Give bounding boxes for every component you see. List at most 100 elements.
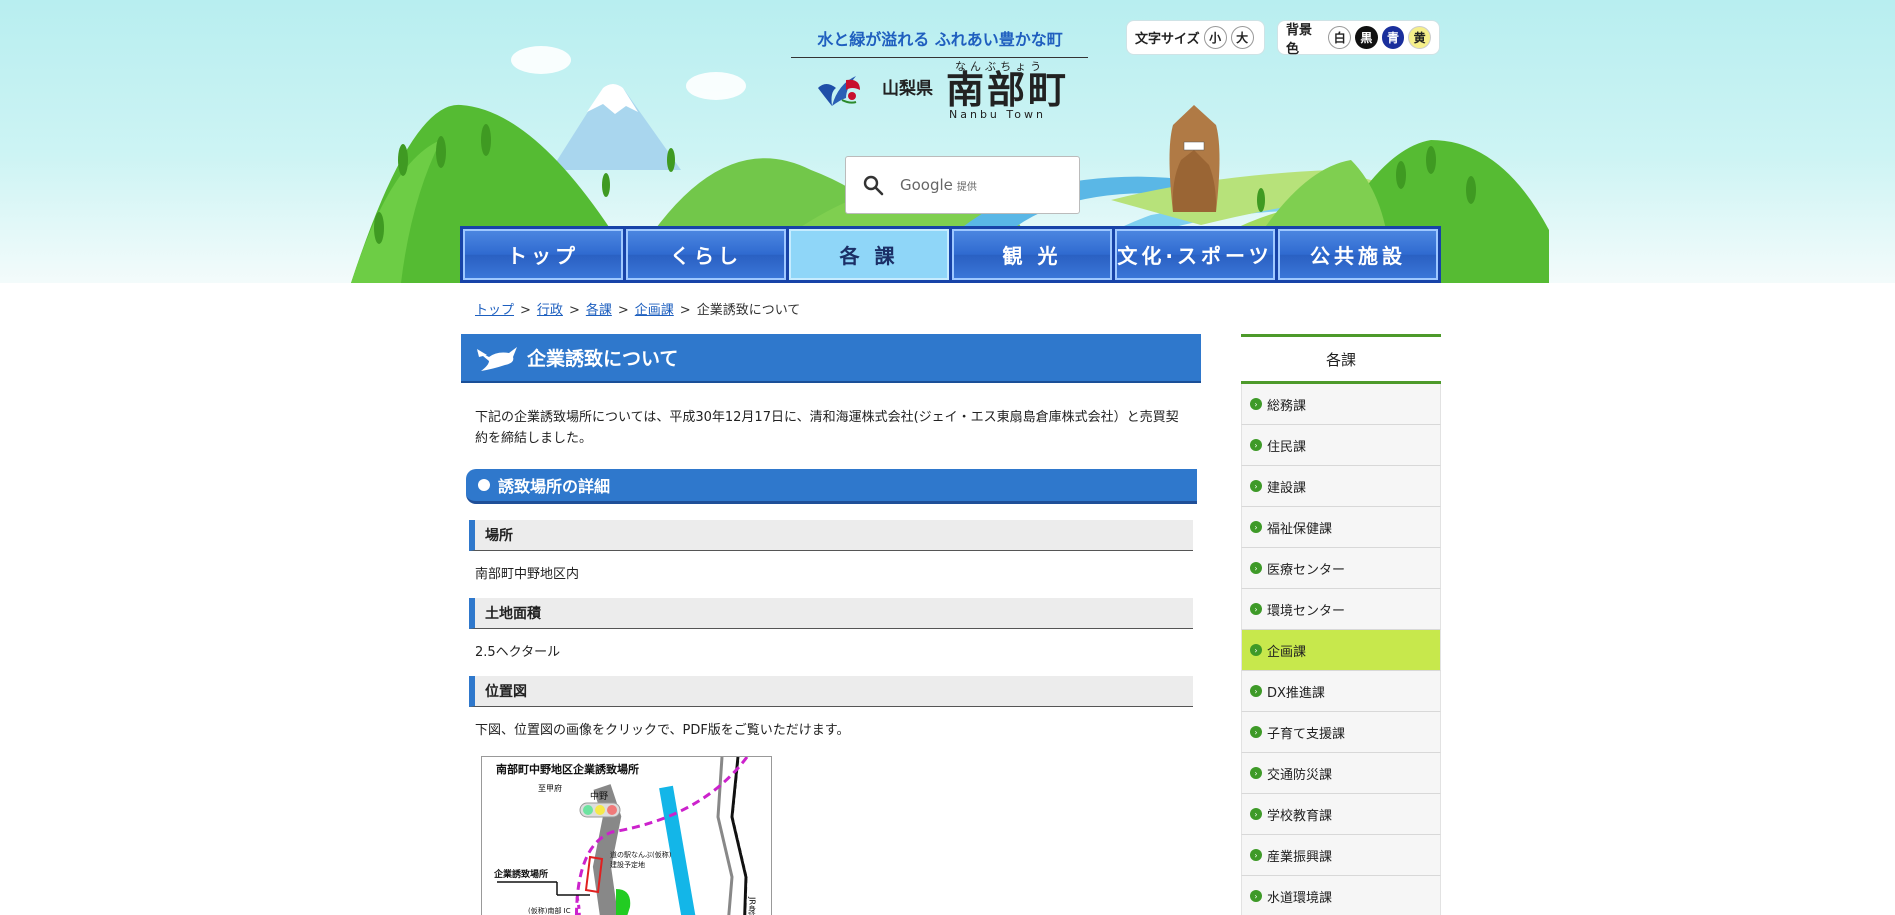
chevron-right-icon: › <box>1250 562 1262 574</box>
sidebar-item-label: 環境センター <box>1267 603 1346 619</box>
sidebar-item-6[interactable]: › 企画課 <box>1241 630 1441 671</box>
chevron-right-icon: › <box>1250 767 1262 779</box>
map-label-to-kofu: 至甲府 <box>538 783 562 793</box>
sidebar-list: › 総務課 › 住民課 › 建設課 › 福祉保健課 › 医療センター › 環境センター › 企画課 › DX推… <box>1241 384 1441 915</box>
sidebar-item-10[interactable]: › 学校教育課 <box>1241 794 1441 835</box>
intro-text: 下記の企業誘致場所については、平成30年12月17日に、清和海運株式会社(ジェイ… <box>475 410 1179 446</box>
sidebar-item-3[interactable]: › 福祉保健課 <box>1241 507 1441 548</box>
bg-black-button[interactable]: 黒 <box>1355 26 1378 49</box>
breadcrumb-link-1[interactable]: 行政 <box>537 303 563 318</box>
town-name[interactable]: 南部町 <box>946 68 1069 112</box>
map-label-nakano: 中野 <box>590 790 608 802</box>
search-icon[interactable] <box>862 174 884 196</box>
sidebar-item-11[interactable]: › 産業振興課 <box>1241 835 1441 876</box>
sidebar-item-label: DX推進課 <box>1267 685 1325 701</box>
search-suffix: 提供 <box>956 182 977 193</box>
location-text: 南部町中野地区内 <box>475 567 580 582</box>
nav-item-2[interactable]: 各 課 <box>789 229 949 280</box>
sidebar-item-label: 福祉保健課 <box>1267 521 1333 537</box>
breadcrumb-link-0[interactable]: トップ <box>475 303 514 318</box>
global-nav: トップ くらし各 課観 光文化·スポーツ 公共施設 <box>460 226 1441 283</box>
search-input[interactable]: Google 提供 <box>845 156 1080 214</box>
bg-yellow-button[interactable]: 黄 <box>1408 26 1431 49</box>
background-color-switcher: 背景色 白 黒 青 黄 <box>1277 20 1440 57</box>
section-heading-label: 誘致場所の詳細 <box>498 477 611 496</box>
location-heading: 場所 <box>469 520 1193 551</box>
sidebar-item-label: 医療センター <box>1267 562 1346 578</box>
breadcrumb-link-3[interactable]: 企画課 <box>635 303 674 318</box>
town-english-name: Nanbu Town <box>949 108 1046 121</box>
nav-item-1[interactable]: くらし <box>626 229 786 280</box>
font-size-label: 文字サイズ <box>1135 32 1200 47</box>
sidebar-item-label: 企画課 <box>1267 644 1307 660</box>
chevron-right-icon: › <box>1250 480 1262 492</box>
map-label-ic: (仮称)南部 IC <box>528 906 571 915</box>
chevron-right-icon: › <box>1250 439 1262 451</box>
breadcrumb-current: 企業誘致について <box>696 303 801 318</box>
sidebar-item-label: 建設課 <box>1267 480 1307 496</box>
sidebar-item-2[interactable]: › 建設課 <box>1241 466 1441 507</box>
breadcrumb-link-2[interactable]: 各課 <box>586 303 612 318</box>
sidebar-item-4[interactable]: › 医療センター <box>1241 548 1441 589</box>
font-size-large-button[interactable]: 大 <box>1230 26 1254 49</box>
chevron-right-icon: › <box>1250 521 1262 533</box>
map-label-site: 企業誘致場所 <box>493 868 548 880</box>
location-map-drawing: 南部町中野地区企業誘致場所 至甲府 中野 道の駅なんぶ(仮称) 建設予定地 企業… <box>493 757 757 915</box>
font-size-switcher: 文字サイズ 小 大 <box>1126 20 1265 55</box>
breadcrumb-separator: > <box>679 303 691 318</box>
map-label-jr: JR身延線 <box>748 896 757 915</box>
sidebar-item-9[interactable]: › 交通防災課 <box>1241 753 1441 794</box>
sidebar-item-label: 住民課 <box>1267 439 1307 455</box>
bird-title-icon <box>477 346 517 371</box>
location-map-image[interactable]: 南部町中野地区企業誘致場所 至甲府 中野 道の駅なんぶ(仮称) 建設予定地 企業… <box>481 756 772 915</box>
area-text: 2.5ヘクタール <box>475 645 561 660</box>
background-color-label: 背景色 <box>1286 22 1313 57</box>
map-title: 南部町中野地区企業誘致場所 <box>496 762 639 776</box>
swallow-logo-icon[interactable] <box>816 70 862 112</box>
sidebar-item-7[interactable]: › DX推進課 <box>1241 671 1441 712</box>
search-placeholder: Google 提供 <box>900 176 977 194</box>
sidebar-item-label: 学校教育課 <box>1267 808 1333 824</box>
sidebar-item-1[interactable]: › 住民課 <box>1241 425 1441 466</box>
area-heading: 土地面積 <box>469 598 1193 629</box>
chevron-right-icon: › <box>1250 726 1262 738</box>
page-title-bar: 企業誘致について <box>461 334 1201 383</box>
chevron-right-icon: › <box>1250 603 1262 615</box>
bg-white-button[interactable]: 白 <box>1328 26 1352 49</box>
site-tagline: 水と緑が溢れる ふれあい豊かな町 <box>817 30 1063 49</box>
page-title: 企業誘致について <box>527 348 679 370</box>
sidebar-item-5[interactable]: › 環境センター <box>1241 589 1441 630</box>
nav-item-3[interactable]: 観 光 <box>952 229 1112 280</box>
nav-item-4[interactable]: 文化·スポーツ <box>1115 229 1275 280</box>
chevron-right-icon: › <box>1250 685 1262 697</box>
search-brand: Google <box>900 176 953 194</box>
bg-blue-button[interactable]: 青 <box>1381 26 1405 49</box>
prefecture-label: 山梨県 <box>882 79 933 99</box>
sidebar-item-12[interactable]: › 水道環境課 <box>1241 876 1441 915</box>
chevron-right-icon: › <box>1250 808 1262 820</box>
bullet-icon <box>478 479 490 491</box>
breadcrumb: トップ > 行政 > 各課 > 企画課 > 企業誘致について <box>475 299 800 318</box>
sidebar-item-label: 総務課 <box>1267 398 1307 414</box>
map-heading: 位置図 <box>469 676 1193 707</box>
sidebar-item-8[interactable]: › 子育て支援課 <box>1241 712 1441 753</box>
chevron-right-icon: › <box>1250 890 1262 902</box>
sidebar-item-label: 交通防災課 <box>1267 767 1333 783</box>
nav-item-5[interactable]: 公共施設 <box>1278 229 1438 280</box>
chevron-right-icon: › <box>1250 849 1262 861</box>
sidebar-item-0[interactable]: › 総務課 <box>1241 384 1441 425</box>
font-size-small-button[interactable]: 小 <box>1203 26 1227 49</box>
map-description: 下図、位置図の画像をクリックで、PDF版をご覧いただけます。 <box>475 723 850 738</box>
sidebar-item-label: 水道環境課 <box>1267 890 1333 906</box>
sidebar-heading: 各課 <box>1241 334 1441 384</box>
section-heading: 誘致場所の詳細 <box>466 469 1197 504</box>
breadcrumb-separator: > <box>568 303 580 318</box>
section-sidebar: 各課 › 総務課 › 住民課 › 建設課 › 福祉保健課 › 医療センター › 環境センター › 企画課 ›… <box>1241 334 1441 915</box>
main-content: 企業誘致について 下記の企業誘致場所については、平成30年12月17日に、清和海… <box>461 334 1201 915</box>
breadcrumb-separator: > <box>617 303 629 318</box>
chevron-right-icon: › <box>1250 398 1262 410</box>
chevron-right-icon: › <box>1250 644 1262 656</box>
breadcrumb-separator: > <box>520 303 531 318</box>
nav-item-0[interactable]: トップ <box>463 229 623 280</box>
sidebar-item-label: 産業振興課 <box>1267 849 1333 865</box>
